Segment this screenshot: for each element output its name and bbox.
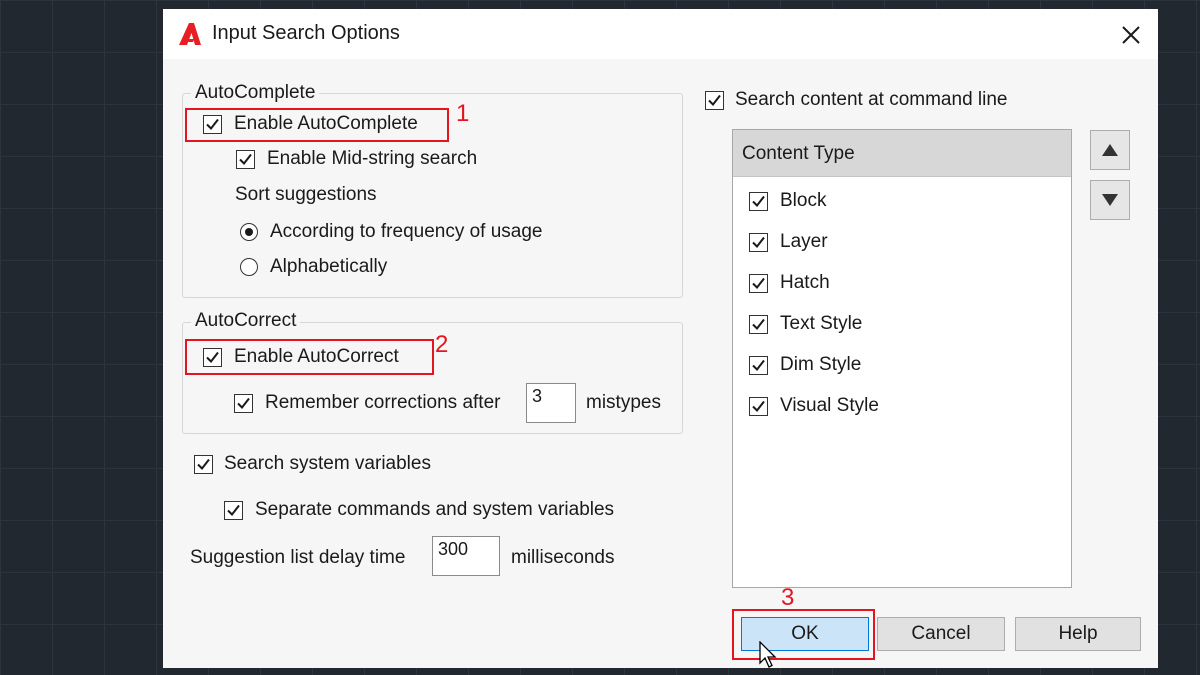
dialog-title: Input Search Options bbox=[212, 22, 400, 44]
separate-commands-checkbox[interactable] bbox=[224, 501, 243, 520]
sort-frequency-label[interactable]: According to frequency of usage bbox=[270, 221, 543, 243]
mistypes-count-input[interactable]: 3 bbox=[526, 383, 576, 423]
remember-corrections-label[interactable]: Remember corrections after bbox=[265, 392, 500, 414]
list-item[interactable]: Hatch bbox=[733, 264, 1071, 300]
sort-alphabetical-label[interactable]: Alphabetically bbox=[270, 256, 387, 278]
autocomplete-legend: AutoComplete bbox=[191, 82, 320, 104]
cancel-button[interactable]: Cancel bbox=[877, 617, 1005, 651]
autocorrect-legend: AutoCorrect bbox=[191, 310, 301, 332]
visual-style-checkbox[interactable] bbox=[749, 397, 768, 416]
mouse-cursor-icon bbox=[759, 640, 779, 674]
move-down-button[interactable] bbox=[1090, 180, 1130, 220]
milliseconds-label: milliseconds bbox=[511, 547, 615, 568]
help-button[interactable]: Help bbox=[1015, 617, 1141, 651]
move-up-button[interactable] bbox=[1090, 130, 1130, 170]
separate-commands-label[interactable]: Separate commands and system variables bbox=[255, 499, 614, 521]
mistypes-label: mistypes bbox=[586, 392, 661, 413]
content-type-list[interactable]: Content Type Block Layer Hatch Text Styl… bbox=[732, 129, 1072, 588]
search-content-checkbox[interactable] bbox=[705, 91, 724, 110]
layer-label: Layer bbox=[780, 231, 828, 252]
list-item[interactable]: Visual Style bbox=[733, 387, 1071, 423]
triangle-up-icon bbox=[1102, 144, 1118, 156]
layer-checkbox[interactable] bbox=[749, 233, 768, 252]
search-system-variables-checkbox[interactable] bbox=[194, 455, 213, 474]
highlight-box-2 bbox=[185, 339, 434, 375]
hatch-checkbox[interactable] bbox=[749, 274, 768, 293]
autocad-a-icon bbox=[177, 22, 203, 46]
mid-string-search-label[interactable]: Enable Mid-string search bbox=[267, 148, 477, 170]
block-checkbox[interactable] bbox=[749, 192, 768, 211]
dim-style-checkbox[interactable] bbox=[749, 356, 768, 375]
marker-2: 2 bbox=[435, 331, 449, 358]
search-content-label[interactable]: Search content at command line bbox=[735, 89, 1008, 111]
block-label: Block bbox=[780, 190, 827, 211]
list-item[interactable]: Block bbox=[733, 182, 1071, 218]
input-search-options-dialog: Input Search Options AutoComplete Enable… bbox=[163, 9, 1158, 668]
highlight-box-1 bbox=[185, 108, 449, 142]
delay-time-label: Suggestion list delay time bbox=[190, 547, 406, 568]
hatch-label: Hatch bbox=[780, 272, 830, 293]
list-item[interactable]: Layer bbox=[733, 223, 1071, 259]
content-type-header-label: Content Type bbox=[742, 143, 855, 164]
mid-string-search-checkbox[interactable] bbox=[236, 150, 255, 169]
content-type-header[interactable]: Content Type bbox=[733, 130, 1071, 177]
list-item[interactable]: Dim Style bbox=[733, 346, 1071, 382]
text-style-checkbox[interactable] bbox=[749, 315, 768, 334]
close-icon[interactable] bbox=[1115, 19, 1147, 51]
delay-time-input[interactable]: 300 bbox=[432, 536, 500, 576]
text-style-label: Text Style bbox=[780, 313, 863, 334]
dim-style-label: Dim Style bbox=[780, 354, 862, 375]
triangle-down-icon bbox=[1102, 194, 1118, 206]
marker-1: 1 bbox=[456, 100, 470, 127]
dialog-body: AutoComplete Enable AutoComplete 1 Enabl… bbox=[163, 59, 1158, 668]
remember-corrections-checkbox[interactable] bbox=[234, 394, 253, 413]
sort-alphabetical-radio[interactable] bbox=[240, 258, 258, 276]
marker-3: 3 bbox=[781, 584, 795, 611]
title-bar: Input Search Options bbox=[163, 9, 1158, 59]
list-item[interactable]: Text Style bbox=[733, 305, 1071, 341]
search-system-variables-label[interactable]: Search system variables bbox=[224, 453, 431, 475]
visual-style-label: Visual Style bbox=[780, 395, 879, 416]
sort-suggestions-label: Sort suggestions bbox=[235, 184, 377, 205]
sort-frequency-radio[interactable] bbox=[240, 223, 258, 241]
